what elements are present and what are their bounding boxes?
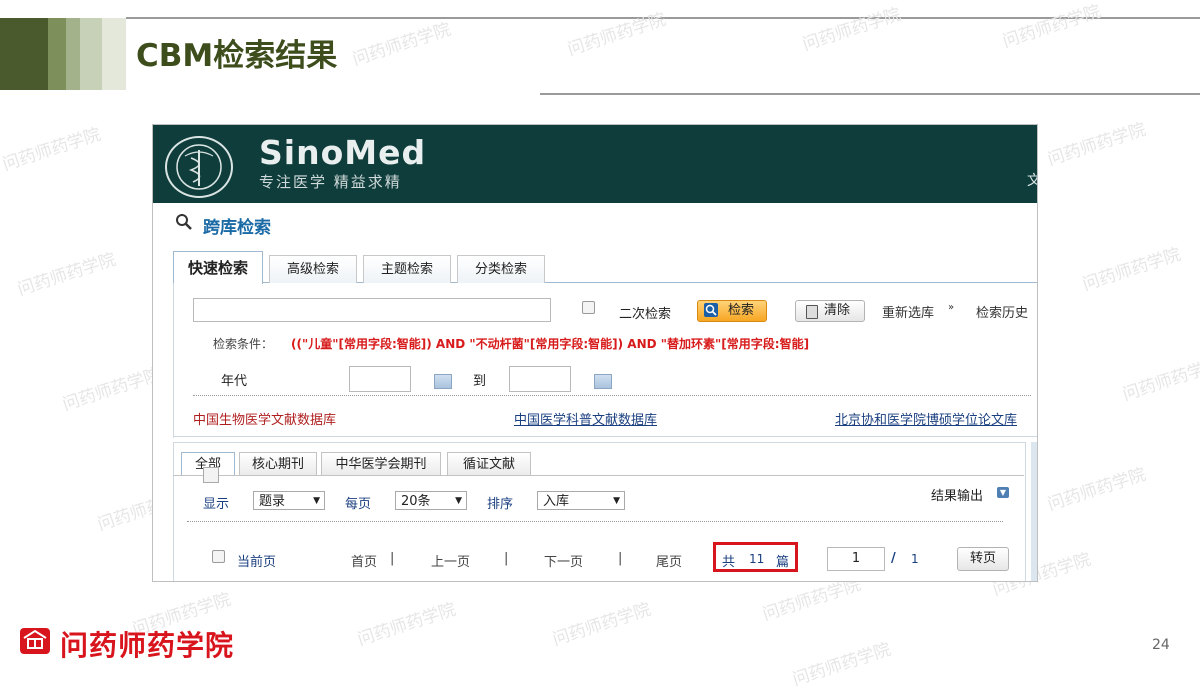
watermark: 问药师药学院 [1045,119,1149,171]
tab-subject-search[interactable]: 主题检索 [363,255,451,283]
secondary-search-checkbox[interactable] [582,301,595,314]
tab-quick-search[interactable]: 快速检索 [173,251,263,284]
tab-category-search[interactable]: 分类检索 [457,255,545,283]
trash-icon [806,305,818,319]
dropdown-arrow-icon: ▼ [613,496,620,506]
total-count: 11 [749,552,765,566]
year-label: 年代 [221,374,248,389]
watermark: 问药师药学院 [350,19,454,71]
display-select[interactable]: 题录 ▼ [253,491,325,510]
stripe [0,18,48,90]
cams-seal-icon [165,136,233,198]
sinomed-screenshot: SinoMed 专注医学 精益求精 文 跨库检索 快速检索 高级检索 主题检索 … [152,124,1038,582]
watermark: 问药师药学院 [800,4,904,56]
tab-results-evidence[interactable]: 循证文献 [447,452,531,476]
tab-baseline [173,475,1024,476]
watermark: 问药师药学院 [550,599,654,651]
stripe [48,18,66,90]
current-page-label: 当前页 [237,555,277,570]
year-to-input[interactable] [509,366,571,392]
watermark: 问药师药学院 [15,249,119,301]
condition-label: 检索条件： [213,337,274,351]
sinomed-logo-text: SinoMed [259,133,427,172]
select-current-page-checkbox[interactable] [212,550,225,563]
dropdown-arrow-icon: ▼ [455,496,462,506]
db-link-thesis[interactable]: 北京协和医学院博硕学位论文库 [835,409,1017,428]
banner-edge-text: 文 [1027,170,1037,190]
total-prefix: 共 [722,555,736,570]
go-to-page-button[interactable]: 转页 [957,547,1009,571]
watermark: 问药师药学院 [1045,464,1149,516]
search-history-link[interactable]: 检索历史 [976,302,1028,321]
watermark: 问药师药学院 [565,9,669,61]
reselect-db-link[interactable]: 重新选库 [882,302,934,321]
total-suffix: 篇 [776,555,790,570]
db-link-cbm[interactable]: 中国生物医学文献数据库 [193,409,336,428]
watermark: 问药师药学院 [355,599,459,651]
last-page-link[interactable]: 尾页 [656,551,682,570]
double-chevron-down-icon[interactable]: » [948,302,954,313]
pager-separator: | [390,551,395,566]
slide-page-number: 24 [1152,637,1170,653]
export-results-link[interactable]: 结果输出 [931,485,983,504]
display-label: 显示 [203,497,230,512]
clear-button-label: 清除 [824,303,851,318]
divider [187,521,1003,522]
divider [193,395,1031,396]
search-button[interactable]: 检索 [697,300,767,322]
caduceus-icon [176,144,222,190]
scrollbar[interactable] [1031,442,1037,581]
magnifier-icon [704,303,718,317]
sort-select[interactable]: 入库 ▼ [537,491,625,510]
search-button-label: 检索 [728,303,755,318]
dropdown-arrow-icon: ▼ [313,496,320,506]
sinomed-slogan: 专注医学 精益求精 [259,173,402,191]
sinomed-banner: SinoMed 专注医学 精益求精 文 [153,125,1037,203]
watermark: 问药师药学院 [60,364,164,416]
display-select-value: 题录 [259,494,286,509]
stripe [80,18,102,90]
first-page-link[interactable]: 首页 [351,551,377,570]
panel-divider [173,436,1037,437]
broken-image-icon [203,467,219,483]
sort-label: 排序 [487,497,514,512]
expand-down-icon[interactable]: ▼ [997,487,1009,498]
condition-value: (("儿童"[常用字段:智能]) AND "不动杆菌"[常用字段:智能]) AN… [291,337,810,351]
slide-title: CBM检索结果 [136,38,338,74]
footer-brand: 问药师药学院 [60,629,235,662]
page-number-input[interactable]: 1 [827,547,885,571]
stripe [102,18,126,90]
search-icon [175,213,193,235]
watermark: 问药师药学院 [790,639,894,690]
sort-select-value: 入库 [543,494,570,509]
school-logo-icon [18,624,52,658]
search-input[interactable] [193,298,551,322]
per-page-select[interactable]: 20条 ▼ [395,491,467,510]
watermark: 问药师药学院 [1080,244,1184,296]
per-page-label: 每页 [345,497,372,512]
per-page-select-value: 20条 [401,494,431,509]
pager-separator: | [504,551,509,566]
clear-button[interactable]: 清除 [795,300,865,322]
year-from-input[interactable] [349,366,411,392]
watermark: 问药师药学院 [0,124,104,176]
pager-separator: | [618,551,623,566]
header-rule-right [540,93,1200,95]
secondary-search-label: 二次检索 [619,307,672,322]
tab-advanced-search[interactable]: 高级检索 [269,255,357,283]
watermark: 问药师药学院 [1120,354,1200,406]
calendar-icon[interactable] [434,374,452,389]
next-page-link[interactable]: 下一页 [544,551,583,570]
total-pages: 1 [911,552,919,566]
calendar-icon[interactable] [594,374,612,389]
watermark: 问药师药学院 [1000,1,1104,53]
tab-results-cma-journals[interactable]: 中华医学会期刊 [321,452,441,476]
page-slash: / [891,551,896,566]
tab-results-core-journals[interactable]: 核心期刊 [239,452,317,476]
prev-page-link[interactable]: 上一页 [431,551,470,570]
stripe [66,18,80,90]
cross-search-title[interactable]: 跨库检索 [203,213,271,238]
db-link-popular-science[interactable]: 中国医学科普文献数据库 [514,409,657,428]
year-to-label: 到 [473,374,487,389]
